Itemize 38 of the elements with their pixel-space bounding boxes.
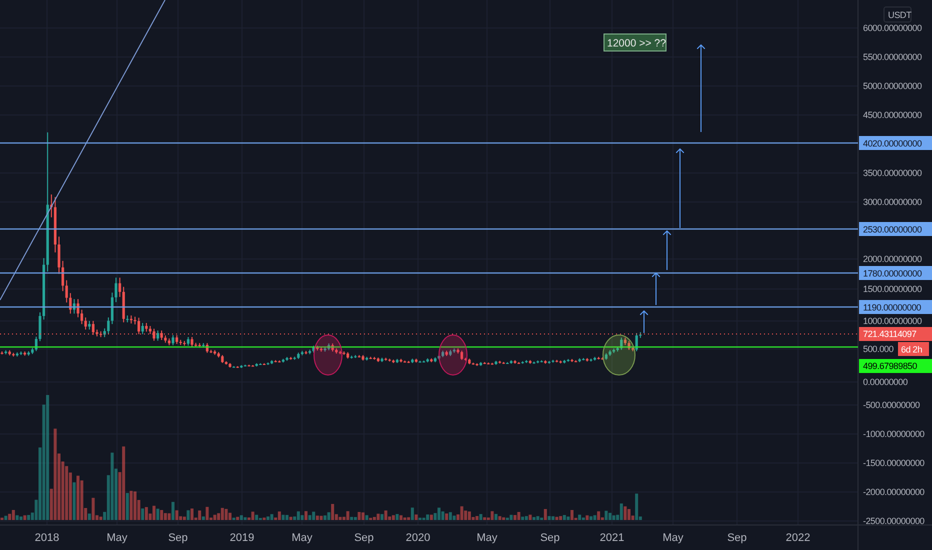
- support-price-label: 499.67989850: [859, 359, 932, 373]
- time-tick: Sep: [727, 532, 747, 544]
- price-tick: 3000.00000000: [863, 197, 922, 207]
- price-tick: 5500.00000000: [863, 52, 922, 62]
- price-tick: 6000.00000000: [863, 23, 922, 33]
- time-tick: May: [662, 532, 684, 544]
- price-tick: 2000.00000000: [863, 254, 922, 264]
- time-tick: 2022: [786, 532, 810, 544]
- time-tick: May: [106, 532, 128, 544]
- time-tick: 2021: [600, 532, 624, 544]
- countdown-label: 6d 2h: [898, 342, 929, 356]
- time-tick: Sep: [354, 532, 374, 544]
- price-tick: 1000.00000000: [863, 316, 922, 326]
- price-tick: 1500.00000000: [863, 284, 922, 294]
- price-label: 1190.00000000: [859, 300, 932, 314]
- price-label: 2530.00000000: [859, 222, 932, 236]
- price-tick: 4500.00000000: [863, 110, 922, 120]
- price-label: 1780.00000000: [859, 266, 932, 280]
- currency-label: USDT: [884, 6, 912, 22]
- time-tick: 2019: [230, 532, 254, 544]
- price-tick: 500.000: [863, 344, 894, 354]
- time-tick: Sep: [168, 532, 188, 544]
- price-tick: -2500.00000000: [863, 516, 924, 526]
- time-tick: Sep: [540, 532, 560, 544]
- price-tick: 0.00000000: [863, 377, 908, 387]
- time-tick: 2018: [34, 532, 60, 544]
- time-tick: May: [476, 532, 498, 544]
- price-tick: -2000.00000000: [863, 487, 924, 497]
- price-label: 4020.00000000: [859, 136, 932, 150]
- annotation-label: 12000 >> ??: [604, 34, 666, 52]
- price-tick: -1500.00000000: [863, 458, 924, 468]
- price-tick: -1000.00000000: [863, 429, 924, 439]
- price-tick: 5000.00000000: [863, 81, 922, 91]
- price-tick: -500.00000000: [863, 400, 920, 410]
- last-price-label: 721.43114097: [859, 327, 932, 341]
- time-tick: May: [292, 532, 312, 544]
- price-tick: 3500.00000000: [863, 168, 922, 178]
- time-tick: 2020: [406, 532, 430, 544]
